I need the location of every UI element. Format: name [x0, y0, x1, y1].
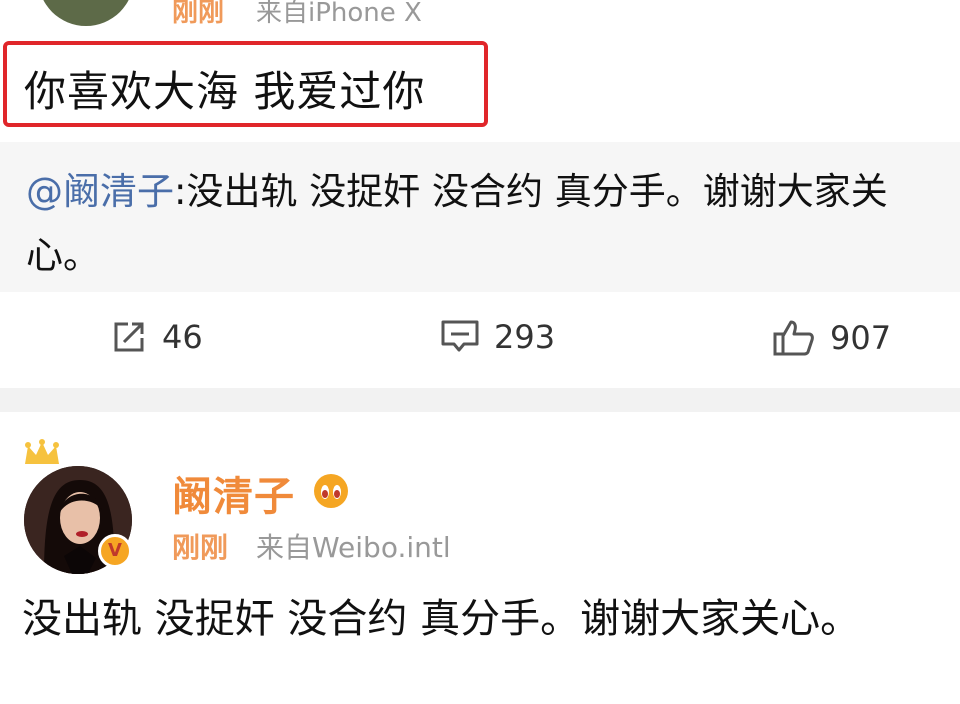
post-text: 没出轨 没捉奸 没合约 真分手。谢谢大家关心。 — [22, 596, 861, 642]
post-card-2: V 阚清子 刚刚 来自Weibo.intl 没出轨 没捉奸 没合约 真分手。谢谢… — [0, 412, 960, 704]
comment-icon — [440, 318, 480, 356]
mention-link[interactable]: @阚清子 — [26, 170, 174, 213]
comment-count: 293 — [494, 318, 556, 356]
avatar[interactable] — [38, 0, 134, 26]
like-button[interactable]: 907 — [772, 318, 891, 358]
reposted-text: @阚清子:没出轨 没捉奸 没合约 真分手。谢谢大家关心。 — [26, 160, 946, 288]
like-count: 907 — [830, 319, 892, 357]
post-source: 来自iPhone X — [256, 0, 422, 28]
post-source: 来自Weibo.intl — [256, 531, 451, 564]
like-icon — [772, 318, 816, 358]
reposted-content[interactable]: @阚清子:没出轨 没捉奸 没合约 真分手。谢谢大家关心。 — [0, 142, 960, 292]
crown-icon — [22, 438, 62, 472]
username[interactable]: 阚清子 — [172, 464, 295, 522]
action-bar: 46 293 907 — [0, 300, 960, 380]
verified-badge-icon: V — [98, 534, 132, 568]
comment-button[interactable]: 293 — [440, 318, 555, 356]
post-time: 刚刚 — [172, 531, 229, 564]
post-card-1: 刚刚 来自iPhone X 你喜欢大海 我爱过你 @阚清子:没出轨 没捉奸 没合… — [0, 0, 960, 390]
post-text: 你喜欢大海 我爱过你 — [24, 67, 426, 116]
post-time: 刚刚 — [172, 0, 225, 28]
member-icon — [312, 472, 350, 514]
post-divider — [0, 388, 960, 412]
repost-button[interactable]: 46 — [110, 318, 203, 356]
repost-icon — [110, 318, 148, 356]
repost-count: 46 — [162, 318, 203, 356]
